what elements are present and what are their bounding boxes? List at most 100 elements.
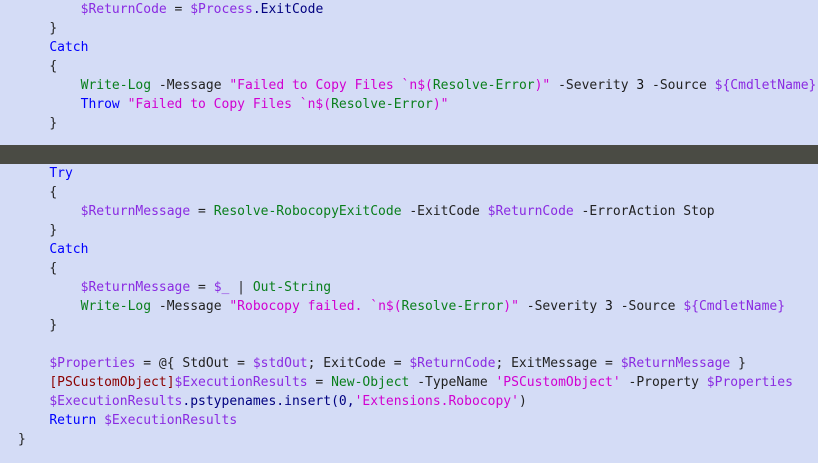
- code-token: Throw: [80, 97, 120, 112]
- code-token: ): [518, 394, 527, 409]
- editor-pane-bottom[interactable]: Try { $ReturnMessage = Resolve-RobocopyE…: [0, 164, 818, 463]
- code-token: Return: [49, 413, 97, 428]
- code-token: "Failed to Copy Files `n$(: [229, 78, 433, 93]
- code-token: $ExecutionResults: [104, 413, 238, 428]
- editor-split-bar[interactable]: [0, 145, 818, 164]
- code-token: "Failed to Copy Files `n$(: [119, 97, 332, 112]
- code-token: -Message: [151, 299, 230, 314]
- code-line[interactable]: Catch: [0, 38, 818, 57]
- code-token: Resolve-Error: [401, 299, 504, 314]
- code-line[interactable]: Write-Log -Message "Robocopy failed. `n$…: [0, 297, 818, 316]
- code-token: Out-String: [252, 280, 332, 295]
- code-line[interactable]: }: [0, 19, 818, 38]
- code-token: }: [18, 432, 26, 447]
- code-token: $Properties: [49, 356, 136, 371]
- code-token: [PSCustomObject]: [49, 375, 175, 390]
- code-token: -Property: [620, 375, 707, 390]
- code-token: -Source: [612, 299, 684, 314]
- code-token: {: [49, 185, 58, 200]
- code-token: .pstypenames.insert(0,: [182, 394, 355, 409]
- code-token: $ReturnMessage: [620, 356, 731, 371]
- code-token: $Process: [190, 2, 253, 17]
- code-line[interactable]: $Properties = @{ StdOut = $stdOut; ExitC…: [0, 354, 818, 373]
- code-token: |: [229, 280, 253, 295]
- code-token: -ErrorAction Stop: [573, 204, 715, 219]
- code-token: }: [49, 21, 58, 36]
- code-line[interactable]: [0, 335, 818, 354]
- code-line[interactable]: [PSCustomObject]$ExecutionResults = New-…: [0, 373, 818, 392]
- code-token: 'PSCustomObject': [495, 375, 621, 390]
- code-token: Resolve-RobocopyExitCode: [213, 204, 402, 219]
- code-token: Write-Log: [80, 78, 152, 93]
- code-token: ; ExitCode =: [307, 356, 410, 371]
- code-line[interactable]: Throw "Failed to Copy Files `n$(Resolve-…: [0, 95, 818, 114]
- code-token: -Severity: [550, 78, 637, 93]
- code-token: .ExitCode: [252, 2, 324, 17]
- code-token: $ReturnMessage: [80, 280, 191, 295]
- code-line[interactable]: $ReturnCode = $Process.ExitCode: [0, 0, 818, 19]
- code-line[interactable]: Return $ExecutionResults: [0, 411, 818, 430]
- code-token: $ExecutionResults: [174, 375, 308, 390]
- code-token: Write-Log: [80, 299, 152, 314]
- code-line[interactable]: $ReturnMessage = Resolve-RobocopyExitCod…: [0, 202, 818, 221]
- code-token: =: [166, 2, 191, 17]
- code-token: =: [307, 375, 332, 390]
- code-line[interactable]: Try: [0, 164, 818, 183]
- code-token: 3: [636, 78, 645, 93]
- code-token: Try: [49, 166, 73, 181]
- code-token: }: [49, 116, 58, 131]
- code-token: {: [49, 261, 58, 276]
- editor-pane-top[interactable]: $ReturnCode = $Process.ExitCode } Catch …: [0, 0, 818, 145]
- code-token: -Source: [644, 78, 715, 93]
- code-token: Catch: [49, 40, 89, 55]
- code-token: $ExecutionResults: [49, 394, 183, 409]
- code-line[interactable]: }: [0, 430, 818, 449]
- code-token: -Severity: [518, 299, 606, 314]
- code-line[interactable]: }: [0, 114, 818, 133]
- code-token: $ReturnMessage: [80, 204, 191, 219]
- code-token: }: [49, 223, 58, 238]
- code-line[interactable]: {: [0, 57, 818, 76]
- code-editor[interactable]: $ReturnCode = $Process.ExitCode } Catch …: [0, 0, 818, 463]
- code-line[interactable]: $ReturnMessage = $_ | Out-String: [0, 278, 818, 297]
- code-line[interactable]: {: [0, 259, 818, 278]
- code-line[interactable]: }: [0, 316, 818, 335]
- code-token: }: [49, 318, 58, 333]
- code-token: $_: [213, 280, 230, 295]
- code-token: -TypeName: [409, 375, 496, 390]
- code-line[interactable]: $ExecutionResults.pstypenames.insert(0,'…: [0, 392, 818, 411]
- code-line[interactable]: Catch: [0, 240, 818, 259]
- code-token: =: [190, 204, 214, 219]
- code-token: ${CmdletName}: [683, 299, 786, 314]
- code-line[interactable]: Write-Log -Message "Failed to Copy Files…: [0, 76, 818, 95]
- code-token: }: [730, 356, 746, 371]
- code-token: -Message: [151, 78, 230, 93]
- code-token: $ReturnCode: [409, 356, 496, 371]
- code-line[interactable]: {: [0, 183, 818, 202]
- code-token: Catch: [49, 242, 89, 257]
- code-token: ${CmdletName}: [714, 78, 817, 93]
- code-token: Resolve-Error: [432, 78, 535, 93]
- code-token: ; ExitMessage =: [495, 356, 621, 371]
- code-token: New-Object: [331, 375, 410, 390]
- code-line[interactable]: }: [0, 221, 818, 240]
